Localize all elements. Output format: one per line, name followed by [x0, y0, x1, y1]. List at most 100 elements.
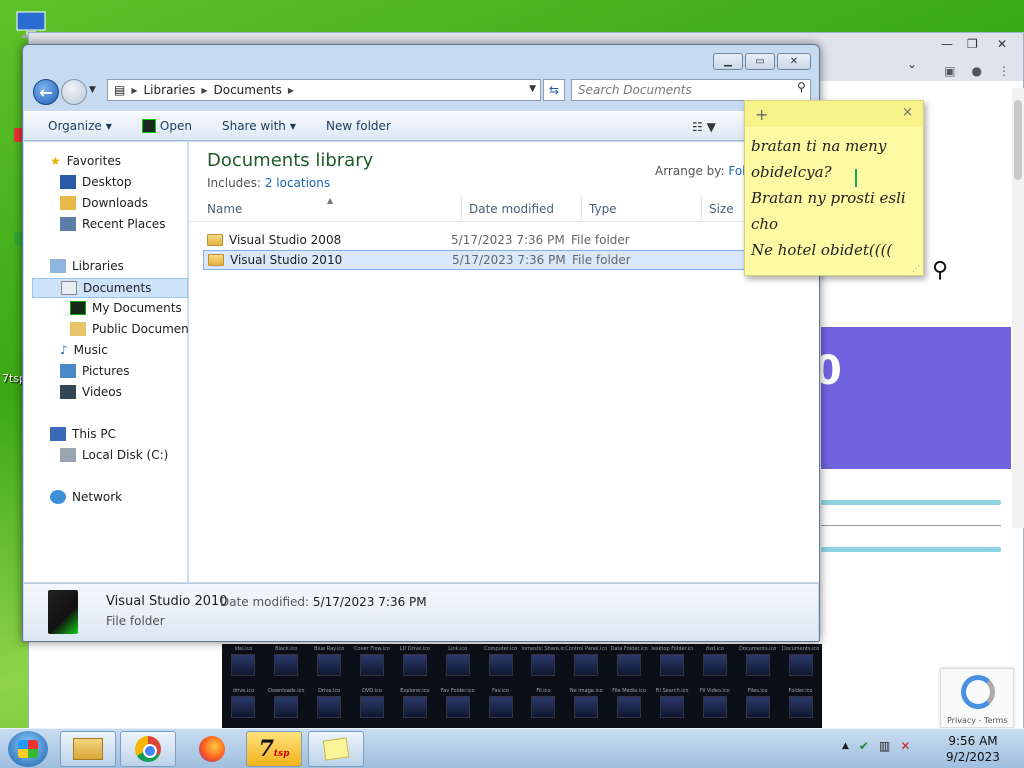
gallery-icon-tile[interactable]: Ne image.ico: [565, 686, 608, 728]
nav-desktop[interactable]: Desktop: [60, 175, 132, 189]
taskbar-7tsp-button[interactable]: 7tsp: [246, 731, 302, 767]
gallery-icon-tile[interactable]: Fav Folder.ico: [436, 686, 479, 728]
browser-close-button[interactable]: ✕: [997, 37, 1007, 51]
nav-my-documents[interactable]: My Documents: [70, 301, 182, 315]
gallery-icon-tile[interactable]: Drive.ico: [308, 686, 351, 728]
column-divider[interactable]: [701, 196, 702, 220]
add-note-button[interactable]: +: [755, 105, 768, 124]
minimize-button[interactable]: ▁: [713, 53, 743, 70]
sticky-note[interactable]: + × bratan ti na meny obidelcya? Bratan …: [744, 100, 924, 276]
nav-local-disk[interactable]: Local Disk (C:): [60, 448, 168, 462]
gallery-icon-tile[interactable]: Blue Ray.ico: [308, 644, 351, 686]
column-divider[interactable]: [461, 196, 462, 220]
address-bar[interactable]: ▤ ▶ Libraries ▶ Documents ▶ ▼: [107, 79, 541, 101]
nav-videos[interactable]: Videos: [60, 385, 122, 399]
gallery-icon-tile[interactable]: Explorer.ico: [393, 686, 436, 728]
browser-minimize-button[interactable]: —: [941, 37, 953, 51]
refresh-button[interactable]: ⇆: [543, 79, 565, 101]
gallery-icon-tile[interactable]: Documents.ico: [779, 644, 822, 686]
tray-app-icon[interactable]: ✔: [859, 739, 869, 753]
menu-kebab-icon[interactable]: ⋮: [998, 64, 1010, 78]
gallery-icon-tile[interactable]: File Media.ico: [608, 686, 651, 728]
recent-pages-dropdown-icon[interactable]: ▼: [89, 85, 96, 95]
share-with-button[interactable]: Share with ▼: [222, 119, 296, 133]
gallery-icon-tile[interactable]: Link.ico: [436, 644, 479, 686]
nav-public-documents[interactable]: Public Documents: [70, 322, 200, 336]
gallery-icon-tile[interactable]: Fil Search.ico: [651, 686, 694, 728]
resize-grip-icon[interactable]: ⋰: [912, 264, 920, 273]
nav-documents[interactable]: Documents: [32, 278, 188, 298]
clock[interactable]: 9:56 AM 9/2/2023: [938, 733, 1008, 765]
change-view-button[interactable]: ☷ ▼: [692, 120, 716, 134]
gallery-icon-tile[interactable]: Data Folder.ico: [608, 644, 651, 686]
sticky-note-text[interactable]: bratan ti na meny obidelcya? Bratan ny p…: [751, 133, 919, 263]
column-type[interactable]: Type: [589, 202, 617, 216]
nav-this-pc[interactable]: This PC: [50, 427, 116, 441]
nav-recent-places[interactable]: Recent Places: [60, 217, 165, 231]
file-row[interactable]: Visual Studio 2008 5/17/2023 7:36 PM Fil…: [203, 230, 763, 250]
gallery-icon-tile[interactable]: Desktop Folder.ico: [651, 644, 693, 686]
address-chevron-icon[interactable]: ▶: [288, 86, 294, 95]
nav-music[interactable]: ♪ Music: [60, 343, 108, 357]
taskbar-sticky-notes-button[interactable]: [308, 731, 364, 767]
gallery-icon-tile[interactable]: Documents.ico: [736, 644, 779, 686]
gallery-icon-tile[interactable]: Downloads.ico: [265, 686, 308, 728]
gallery-icon-tile[interactable]: Fil.ico: [522, 686, 565, 728]
nav-downloads[interactable]: Downloads: [60, 196, 148, 210]
file-row-selected[interactable]: Visual Studio 2010 5/17/2023 7:36 PM Fil…: [203, 250, 763, 270]
close-button[interactable]: ✕: [777, 53, 811, 70]
back-button[interactable]: ←: [33, 79, 59, 105]
start-button[interactable]: [8, 731, 48, 767]
gallery-icon-tile[interactable]: Control Panel.ico: [565, 644, 608, 686]
nav-pictures[interactable]: Pictures: [60, 364, 130, 378]
gallery-icon-tile[interactable]: dvd.ico: [693, 644, 736, 686]
gallery-icon-tile[interactable]: Domestic Share.ico: [522, 644, 565, 686]
address-chevron-icon[interactable]: ▶: [131, 86, 137, 95]
new-folder-button[interactable]: New folder: [326, 119, 391, 133]
gallery-icon-tile[interactable]: Black.ico: [265, 644, 308, 686]
browser-scrollbar[interactable]: [1012, 88, 1024, 528]
forward-button[interactable]: [61, 79, 87, 105]
nav-libraries[interactable]: Libraries: [50, 259, 124, 273]
profile-icon[interactable]: ●: [972, 64, 982, 78]
site-search-icon[interactable]: ⚲: [932, 258, 948, 283]
taskbar-firefox-button[interactable]: [184, 731, 240, 767]
includes-locations-link[interactable]: 2 locations: [265, 176, 330, 190]
address-chevron-icon[interactable]: ▶: [201, 86, 207, 95]
show-hidden-icons-icon[interactable]: ▲: [842, 741, 849, 751]
gallery-icon-tile[interactable]: Files.ico: [736, 686, 779, 728]
recaptcha-badge[interactable]: Privacy - Terms: [940, 668, 1014, 728]
search-input[interactable]: Search Documents: [571, 79, 811, 101]
taskbar-explorer-button[interactable]: [60, 731, 116, 767]
nav-network[interactable]: Network: [50, 490, 122, 504]
column-name[interactable]: Name: [207, 202, 242, 216]
breadcrumb-documents[interactable]: Documents: [213, 83, 281, 97]
gallery-icon-tile[interactable]: Computer.ico: [479, 644, 522, 686]
volume-muted-icon[interactable]: ✕: [900, 739, 910, 753]
column-divider[interactable]: [581, 196, 582, 220]
browser-scroll-thumb[interactable]: [1014, 100, 1022, 180]
explorer-window[interactable]: ▁ ▭ ✕ ← ▼ ▤ ▶ Libraries ▶ Documents ▶ ▼ …: [22, 44, 820, 642]
column-size[interactable]: Size: [709, 202, 734, 216]
recaptcha-links[interactable]: Privacy - Terms: [947, 716, 1008, 725]
organize-button[interactable]: Organize ▼: [48, 119, 112, 133]
maximize-button[interactable]: ▭: [745, 53, 775, 70]
nav-favorites[interactable]: ★ Favorites: [50, 154, 121, 168]
open-button[interactable]: Open: [141, 119, 192, 133]
breadcrumb-libraries[interactable]: Libraries: [144, 83, 196, 97]
network-tray-icon[interactable]: ▥: [879, 739, 890, 753]
gallery-icon-tile[interactable]: Fav.ico: [479, 686, 522, 728]
column-date-modified[interactable]: Date modified: [469, 202, 554, 216]
taskbar-chrome-button[interactable]: [120, 731, 176, 767]
arrange-by-dropdown[interactable]: Fol: [728, 164, 745, 178]
sidepanel-icon[interactable]: ▣: [944, 64, 955, 78]
gallery-icon-tile[interactable]: Idei.ico: [222, 644, 265, 686]
gallery-icon-tile[interactable]: LD Drive.ico: [393, 644, 436, 686]
search-icon[interactable]: ⚲: [797, 80, 807, 94]
gallery-icon-tile[interactable]: drive.ico: [222, 686, 265, 728]
gallery-icon-tile[interactable]: DVD.ico: [351, 686, 394, 728]
close-note-button[interactable]: ×: [902, 105, 913, 120]
gallery-icon-tile[interactable]: Fil Video.ico: [693, 686, 736, 728]
gallery-icon-tile[interactable]: Folder.ico: [779, 686, 822, 728]
gallery-icon-tile[interactable]: Cover Flow.ico: [351, 644, 394, 686]
